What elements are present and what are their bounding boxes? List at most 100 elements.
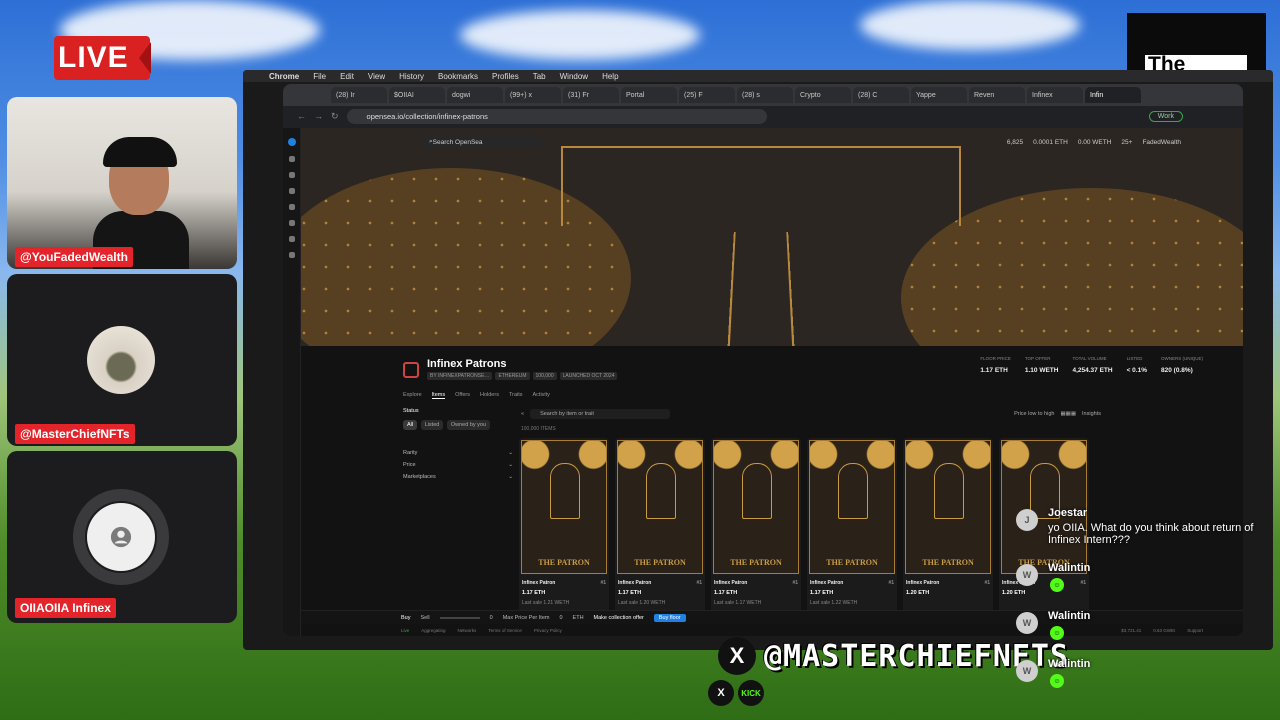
- collapse-filters-icon[interactable]: «: [521, 411, 524, 417]
- menu-item[interactable]: Window: [560, 72, 588, 81]
- browser-tab[interactable]: (28) C: [853, 87, 909, 103]
- browser-tab[interactable]: Crypto: [795, 87, 851, 103]
- nav-icon[interactable]: [288, 204, 295, 210]
- filter-row[interactable]: Marketplaces ⌄: [403, 474, 513, 480]
- platform-icons: X KICK: [708, 680, 764, 706]
- insights-button[interactable]: Insights: [1082, 411, 1101, 417]
- menu-item[interactable]: Edit: [340, 72, 354, 81]
- filter-panel: Status All Listed Owned by you Rarity ⌄ P…: [403, 408, 513, 480]
- account-menu[interactable]: FadedWealth: [1142, 139, 1181, 146]
- nav-icon[interactable]: [288, 252, 295, 258]
- nav-icon[interactable]: [288, 156, 295, 162]
- tab-items[interactable]: Items: [431, 392, 446, 399]
- browser-tab[interactable]: dogwi: [447, 87, 503, 103]
- menu-item[interactable]: View: [368, 72, 385, 81]
- menu-item[interactable]: Tab: [533, 72, 546, 81]
- tab-explore[interactable]: Explore: [403, 392, 422, 399]
- collection-chip: 100,000: [532, 372, 557, 380]
- tab-activity[interactable]: Activity: [533, 392, 550, 399]
- opensea-search[interactable]: ⌕ Search OpenSea: [421, 136, 541, 148]
- menu-item[interactable]: Bookmarks: [438, 72, 478, 81]
- nft-card[interactable]: THE PATRON Infinex Patron #1 1.17 ETH La…: [615, 438, 705, 614]
- user-icon: [110, 526, 132, 548]
- status-heading: Status: [403, 408, 419, 414]
- browser-tab[interactable]: $OIIAI: [389, 87, 445, 103]
- filter-row[interactable]: Price ⌄: [403, 462, 513, 468]
- nft-art: THE PATRON: [521, 440, 607, 574]
- menu-item[interactable]: Help: [602, 72, 618, 81]
- cam-name-tag: @YouFadedWealth: [15, 247, 133, 267]
- reload-icon[interactable]: ↻: [331, 111, 339, 122]
- status-item[interactable]: Networks: [458, 628, 477, 633]
- browser-tab[interactable]: (28) s: [737, 87, 793, 103]
- items-toolbar: « Search by item or trait Price low to h…: [521, 408, 1101, 420]
- tab-traits[interactable]: Traits: [509, 392, 523, 399]
- nav-icon[interactable]: [288, 172, 295, 178]
- chat-username: Joestar: [1048, 507, 1088, 519]
- browser-tab[interactable]: Portal: [621, 87, 677, 103]
- nav-stat: 0.00 WETH: [1077, 138, 1112, 146]
- nft-art: THE PATRON: [905, 440, 991, 574]
- sort-dropdown[interactable]: Price low to high: [1014, 411, 1054, 417]
- stat-label: FLOOR PRICE: [980, 356, 1011, 361]
- chat-avatar: W: [1016, 660, 1038, 682]
- browser-tab-active[interactable]: Infin: [1085, 87, 1141, 103]
- mac-menubar: Chrome File Edit View History Bookmarks …: [243, 70, 1273, 82]
- collection-chip: BY INFINEXPATRONSE…: [427, 372, 493, 380]
- back-icon[interactable]: ←: [297, 111, 306, 121]
- make-offer-button[interactable]: Make collection offer: [594, 615, 644, 621]
- nft-card[interactable]: THE PATRON Infinex Patron #1 1.17 ETH La…: [807, 438, 897, 614]
- browser-tab[interactable]: Yappe: [911, 87, 967, 103]
- banner-castle: [561, 146, 961, 226]
- browser-tab[interactable]: (99+) x: [505, 87, 561, 103]
- chat-username: Walintin: [1048, 658, 1091, 670]
- sweep-slider[interactable]: [439, 616, 480, 619]
- buy-floor-button[interactable]: Buy floor: [653, 613, 686, 622]
- chevron-down-icon: ⌄: [508, 450, 513, 456]
- nft-card[interactable]: THE PATRON Infinex Patron #1 1.20 ETH: [903, 438, 993, 614]
- tab-holders[interactable]: Holders: [480, 392, 499, 399]
- item-search-input[interactable]: Search by item or trait: [530, 409, 671, 419]
- buy-toggle[interactable]: Buy: [401, 615, 410, 621]
- chat-username: Walintin: [1048, 610, 1091, 622]
- x-logo-icon: X: [708, 680, 734, 706]
- browser-tab[interactable]: (25) F: [679, 87, 735, 103]
- chat-avatar: W: [1016, 612, 1038, 634]
- status-pill-owned[interactable]: Owned by you: [446, 420, 491, 430]
- nft-card[interactable]: THE PATRON Infinex Patron #1 1.17 ETH La…: [711, 438, 801, 614]
- profile-work-button[interactable]: Work: [1148, 110, 1183, 122]
- quantity-value[interactable]: 0: [490, 615, 493, 621]
- menu-item[interactable]: Chrome: [269, 72, 299, 81]
- collection-banner: ⌕ Search OpenSea 6,825 0.0001 ETH 0.00 W…: [301, 128, 1243, 346]
- menu-item[interactable]: History: [399, 72, 424, 81]
- menu-item[interactable]: File: [313, 72, 326, 81]
- address-bar[interactable]: opensea.io/collection/infinex-patrons: [346, 108, 767, 124]
- filter-row[interactable]: Rarity ⌄: [403, 450, 513, 456]
- price-input[interactable]: 0: [559, 615, 562, 621]
- browser-tab[interactable]: (31) Fr: [563, 87, 619, 103]
- browser-tab[interactable]: Infinex: [1027, 87, 1083, 103]
- opensea-logo-icon[interactable]: [287, 138, 296, 146]
- nft-name: Infinex Patron #1: [906, 580, 990, 586]
- browser-tab[interactable]: (28) Ir: [331, 87, 387, 103]
- status-pill-listed[interactable]: Listed: [420, 420, 444, 430]
- grid-view-icon[interactable]: ▦▦▦: [1060, 411, 1076, 417]
- sell-toggle[interactable]: Sell: [420, 615, 429, 621]
- status-item[interactable]: Terms of Service: [488, 628, 522, 633]
- forward-icon[interactable]: →: [314, 111, 323, 121]
- kick-emote-icon: ☺: [1050, 578, 1064, 592]
- nft-card[interactable]: THE PATRON Infinex Patron #1 1.17 ETH La…: [519, 438, 609, 614]
- nav-icon[interactable]: [288, 236, 295, 242]
- status-pill-all[interactable]: All: [403, 420, 418, 430]
- browser-tab[interactable]: Reven: [969, 87, 1025, 103]
- nft-last-sale: Last sale 1.22 WETH: [810, 600, 858, 606]
- menu-item[interactable]: Profiles: [492, 72, 519, 81]
- status-item[interactable]: Privacy Policy: [534, 628, 562, 633]
- kick-emote-icon: ☺: [1050, 674, 1064, 688]
- cam-name-tag: @MasterChiefNFTs: [15, 424, 135, 444]
- nav-icon[interactable]: [288, 188, 295, 194]
- nav-icon[interactable]: [288, 220, 295, 226]
- stat-value: < 0.1%: [1126, 367, 1147, 374]
- stat-value: 4,254.37 ETH: [1072, 367, 1113, 374]
- tab-offers[interactable]: Offers: [455, 392, 470, 399]
